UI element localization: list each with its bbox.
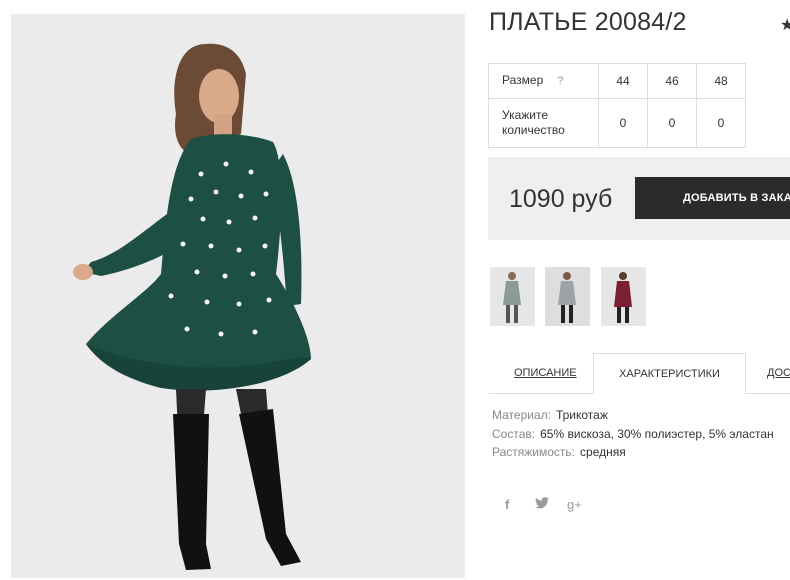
spec-key: Состав: <box>492 426 536 441</box>
quantity-input-44[interactable]: 0 <box>598 98 648 148</box>
add-to-order-button[interactable]: ДОБАВИТЬ В ЗАКАЗ <box>635 177 790 219</box>
quantity-row: Укажите количество 0 0 0 <box>488 98 746 148</box>
size-row: Размер? 44 46 48 <box>488 63 746 99</box>
size-44: 44 <box>598 63 648 99</box>
thumbnail-2[interactable] <box>545 267 590 326</box>
price-panel: 1090 руб ДОБАВИТЬ В ЗАКАЗ <box>488 157 790 240</box>
product-tabs: ОПИСАНИЕ ХАРАКТЕРИСТИКИ ДОСТАВКА <box>489 353 790 395</box>
thumbnail-1[interactable] <box>490 267 535 326</box>
spec-row-composition: Состав: 65% вискоза, 30% полиэстер, 5% эл… <box>492 427 774 446</box>
twitter-share-icon[interactable] <box>535 497 549 512</box>
quantity-input-48[interactable]: 0 <box>696 98 746 148</box>
spec-key: Материал: <box>492 408 551 422</box>
thumbnail-image-gray-dress <box>490 267 535 326</box>
size-quantity-table: Размер? 44 46 48 Укажите количество 0 0 … <box>488 63 746 148</box>
thumbnail-image-light-dress <box>545 267 590 326</box>
product-main-photo[interactable] <box>11 14 465 578</box>
characteristics-list: Материал: Трикотаж Состав: 65% вискоза, 30… <box>492 408 774 464</box>
tab-characteristics[interactable]: ХАРАКТЕРИСТИКИ <box>593 353 746 395</box>
quantity-input-46[interactable]: 0 <box>647 98 697 148</box>
spec-row-material: Материал: Трикотаж <box>492 408 774 427</box>
product-title: ПЛАТЬЕ 20084/2 <box>489 8 687 36</box>
spec-value: 65% вискоза, 30% полиэстер, 5% эластан <box>540 426 774 441</box>
spec-value: средняя <box>580 445 626 459</box>
price: 1090 руб <box>509 185 613 213</box>
add-to-order-label: ДОБАВИТЬ В ЗАКАЗ <box>683 192 790 204</box>
spec-row-stretch: Растяжимость: средняя <box>492 445 774 464</box>
twitter-bird-icon <box>535 497 549 509</box>
size-label-cell: Размер? <box>488 63 599 99</box>
spec-key: Растяжимость: <box>492 445 576 459</box>
size-48: 48 <box>696 63 746 99</box>
star-icon[interactable]: ★ <box>780 15 790 35</box>
thumbnail-image-burgundy-dress <box>601 267 646 326</box>
facebook-share-icon[interactable]: f <box>505 497 509 512</box>
size-label: Размер <box>502 73 544 87</box>
model-in-dress-image <box>11 14 465 578</box>
quantity-label: Укажите количество <box>488 98 599 148</box>
size-46: 46 <box>647 63 697 99</box>
googleplus-share-icon[interactable]: g+ <box>567 497 582 512</box>
spec-value: Трикотаж <box>555 408 608 422</box>
tab-description[interactable]: ОПИСАНИЕ <box>514 353 577 393</box>
tab-delivery[interactable]: ДОСТАВКА <box>767 353 790 393</box>
size-help-icon[interactable]: ? <box>557 75 563 87</box>
thumbnail-3[interactable] <box>601 267 646 326</box>
